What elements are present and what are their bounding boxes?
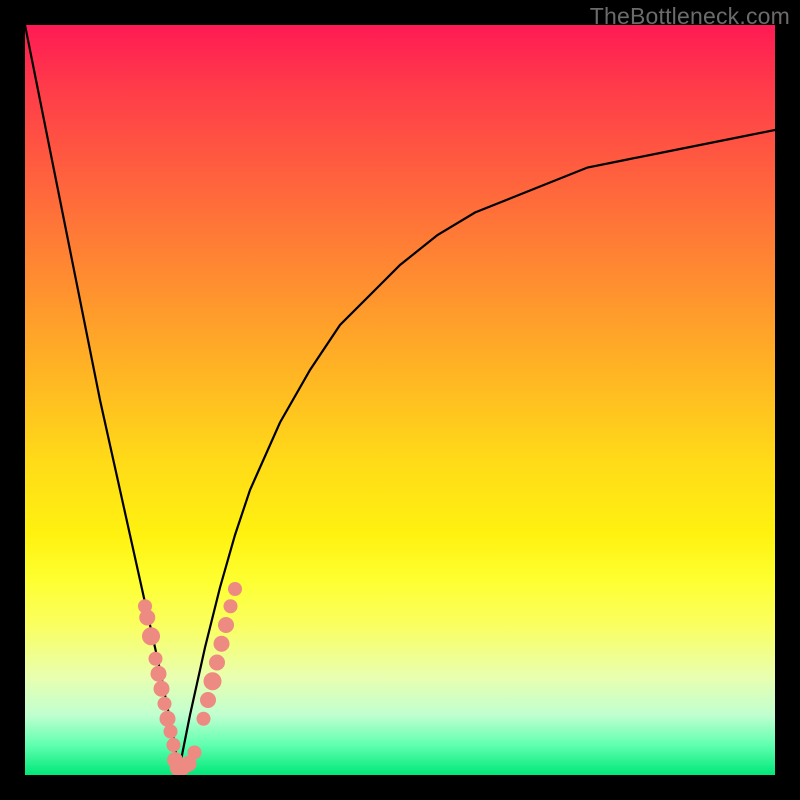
data-marker <box>154 681 170 697</box>
data-marker <box>158 697 172 711</box>
data-marker <box>149 652 163 666</box>
data-marker <box>200 692 216 708</box>
data-marker <box>224 599 238 613</box>
data-marker <box>218 617 234 633</box>
data-marker <box>142 627 160 645</box>
data-marker <box>160 711 176 727</box>
data-marker <box>204 672 222 690</box>
curve-layer <box>25 25 775 775</box>
chart-frame: TheBottleneck.com <box>0 0 800 800</box>
watermark-text: TheBottleneck.com <box>590 3 790 30</box>
bottleneck-curve <box>25 25 775 775</box>
plot-area <box>25 25 775 775</box>
data-marker <box>139 610 155 626</box>
data-marker <box>228 582 242 596</box>
data-marker <box>167 738 181 752</box>
data-markers <box>138 582 242 775</box>
data-marker <box>209 655 225 671</box>
data-marker <box>164 725 178 739</box>
data-marker <box>151 666 167 682</box>
data-marker <box>197 712 211 726</box>
data-marker <box>188 746 202 760</box>
data-marker <box>214 636 230 652</box>
